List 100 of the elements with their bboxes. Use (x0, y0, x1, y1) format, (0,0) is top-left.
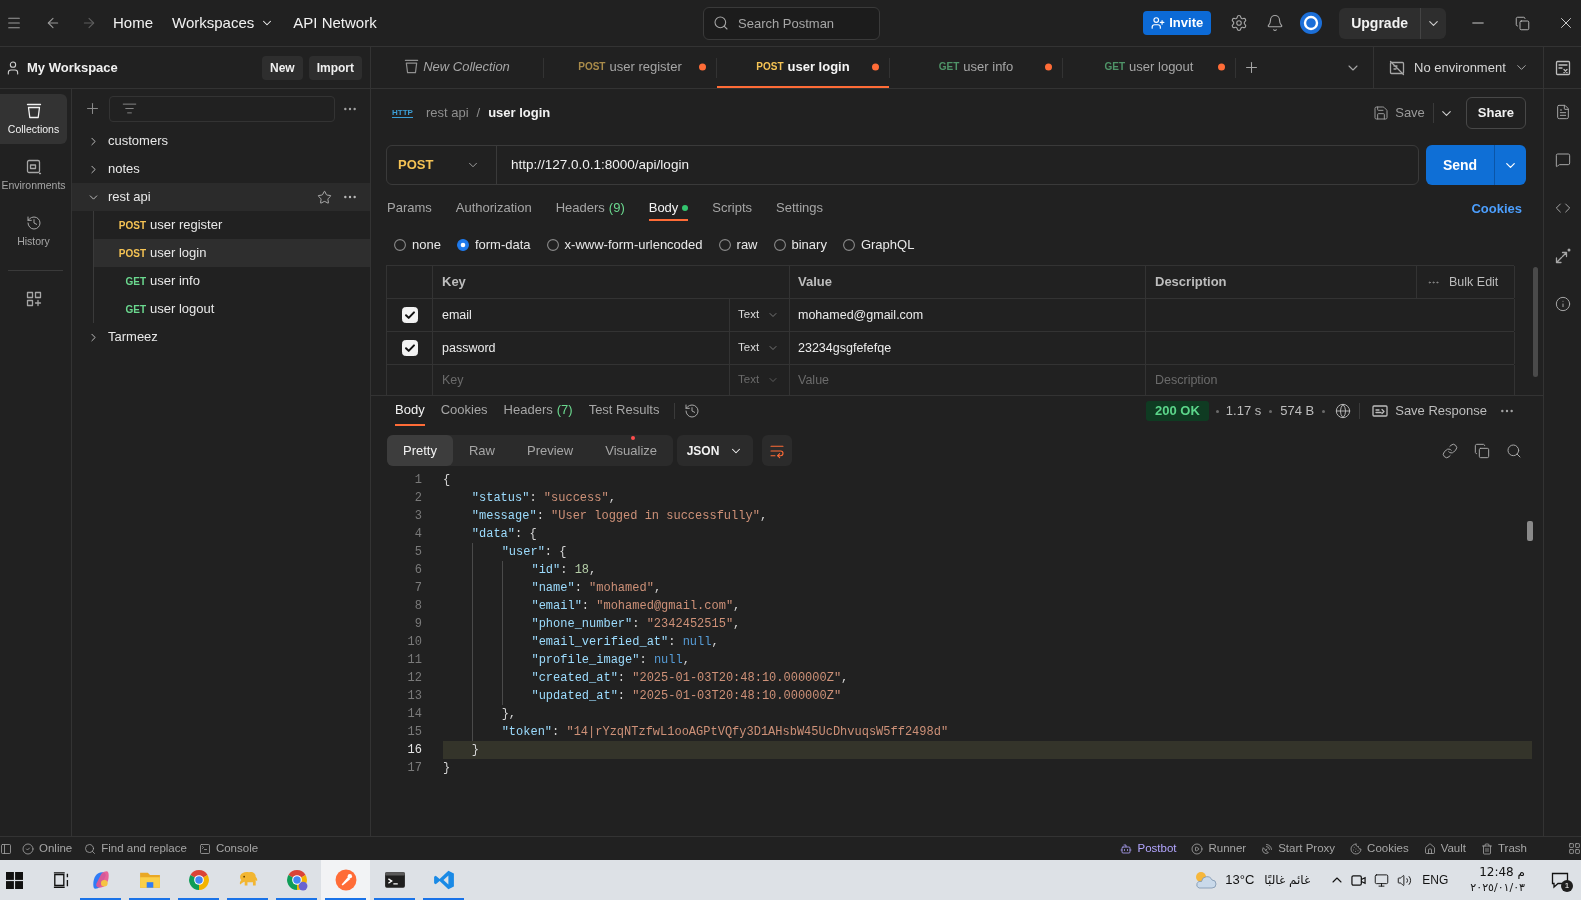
radio-button[interactable] (456, 239, 469, 251)
wrap-lines-button[interactable] (762, 435, 793, 466)
share-button[interactable]: Share (1465, 97, 1526, 129)
type-dropdown[interactable]: Text (738, 339, 780, 357)
breadcrumb-link[interactable]: rest api (425, 103, 469, 123)
radio-button[interactable] (718, 239, 731, 251)
request-section-tab[interactable]: Authorization (455, 197, 532, 221)
sidebar-tab[interactable]: Environments (0, 150, 67, 200)
save-response-button[interactable]: Save Response (1372, 401, 1487, 421)
chat-icon[interactable] (1551, 871, 1569, 889)
request-tab[interactable]: GET user info (890, 47, 1062, 88)
start-icon[interactable] (6, 871, 23, 889)
grid-icon[interactable] (1568, 842, 1581, 855)
info-icon[interactable] (1554, 296, 1571, 312)
view-mode-tab[interactable]: Raw (452, 435, 511, 466)
collection-item[interactable]: notes (72, 155, 370, 183)
response-tab[interactable]: Body (395, 396, 425, 426)
bulk-edit-button[interactable]: Bulk Edit (1427, 272, 1499, 292)
response-tab[interactable]: Test Results (588, 396, 660, 426)
scrollbar-thumb[interactable] (1527, 521, 1533, 541)
filter-field[interactable] (109, 95, 335, 122)
collection-item[interactable]: customers (72, 127, 370, 155)
comment-icon[interactable] (1554, 152, 1571, 168)
menu-icon[interactable] (6, 15, 22, 31)
bell-icon[interactable] (1266, 14, 1285, 32)
view-mode-tab[interactable]: Preview (511, 435, 590, 466)
scrollbar[interactable] (1533, 267, 1538, 377)
status-bar-button[interactable]: Find and replace (84, 839, 187, 858)
language-indicator[interactable]: ENG (1422, 871, 1449, 889)
request-section-tab[interactable]: Scripts (712, 197, 753, 221)
sidebar-tab[interactable]: History (0, 206, 67, 256)
invite-button[interactable]: Invite (1143, 11, 1212, 35)
send-button[interactable]: Send (1426, 145, 1494, 185)
settings-icon[interactable] (1230, 14, 1249, 32)
environment-selector[interactable]: No environment (1373, 47, 1543, 88)
request-item[interactable]: GET user info (94, 267, 370, 295)
response-tab[interactable]: Cookies (440, 396, 488, 426)
status-bar-button[interactable]: Postbot (1120, 839, 1177, 858)
document-icon[interactable] (1554, 104, 1571, 120)
request-item[interactable]: POST user login (94, 239, 370, 267)
radio-button[interactable] (842, 239, 855, 251)
collection-item[interactable]: rest api (72, 183, 370, 211)
value-input[interactable]: Value (793, 368, 1133, 392)
sidebar-icon[interactable] (0, 842, 12, 855)
monitor-icon[interactable] (1374, 872, 1390, 888)
code-icon[interactable] (1554, 200, 1571, 216)
sidebar-tab[interactable]: Collections (0, 94, 67, 144)
restore-icon[interactable] (1515, 15, 1530, 31)
request-tab[interactable]: New Collection (371, 47, 543, 88)
grid-plus-icon[interactable] (26, 291, 42, 307)
view-mode-tab[interactable]: Pretty (387, 435, 453, 466)
status-bar-button[interactable]: Vault (1423, 839, 1466, 858)
import-button[interactable]: Import (308, 55, 362, 80)
view-mode-tab[interactable]: Visualize (589, 435, 674, 466)
request-section-tab[interactable]: Body (648, 197, 689, 221)
nav-link[interactable]: Home (113, 11, 153, 35)
add-icon[interactable] (84, 100, 101, 117)
history-icon[interactable] (684, 403, 701, 419)
cookies-link[interactable]: Cookies (1471, 197, 1522, 221)
format-dropdown[interactable]: JSON (677, 435, 754, 466)
speaker-icon[interactable] (1397, 872, 1413, 888)
save-button[interactable]: Save (1373, 103, 1425, 123)
status-bar-button[interactable]: Runner (1191, 839, 1247, 858)
new-tab-icon[interactable] (1243, 59, 1260, 76)
status-bar-button[interactable]: Trash (1481, 839, 1527, 858)
key-input[interactable]: Key (437, 368, 717, 392)
description-input[interactable]: Description (1150, 368, 1490, 392)
camera-icon[interactable] (1351, 872, 1367, 888)
type-dropdown[interactable]: Text (738, 306, 780, 324)
task-view-icon[interactable] (53, 871, 71, 889)
status-bar-button[interactable]: Online (22, 839, 73, 858)
star-icon[interactable] (317, 189, 332, 205)
avatar-icon[interactable] (1300, 12, 1323, 34)
search-icon[interactable] (1506, 442, 1522, 459)
request-item[interactable]: POST user register (94, 211, 370, 239)
clock-time[interactable]: 12:48 م (1479, 865, 1525, 880)
radio-button[interactable] (546, 239, 559, 251)
document-x-icon[interactable] (1554, 59, 1571, 76)
clock-date[interactable]: ٢٠٢٥/٠١/٠٣ (1470, 880, 1525, 895)
radio-button[interactable] (394, 239, 406, 251)
globe-icon[interactable] (1335, 403, 1352, 419)
radio-button[interactable] (773, 239, 786, 251)
status-bar-button[interactable]: Start Proxy (1261, 839, 1336, 858)
nav-dropdown[interactable]: Workspaces (172, 11, 275, 35)
request-tab[interactable]: POST user login (717, 47, 889, 88)
link-icon[interactable] (1442, 442, 1458, 459)
checkbox[interactable] (401, 340, 418, 356)
request-section-tab[interactable]: Params (387, 197, 432, 221)
diagonal-arrows-icon[interactable] (1554, 248, 1571, 264)
status-bar-button[interactable]: Cookies (1350, 839, 1409, 858)
search-field[interactable]: Search Postman (703, 6, 880, 40)
status-bar-button[interactable]: Console (198, 839, 259, 858)
request-section-tab[interactable]: Headers (9) (555, 197, 625, 221)
new-button[interactable]: New (261, 55, 303, 80)
collection-item[interactable]: Tarmeez (72, 323, 370, 351)
copy-icon[interactable] (1474, 442, 1490, 459)
request-section-tab[interactable]: Settings (776, 197, 824, 221)
nav-link[interactable]: API Network (293, 11, 377, 35)
request-item[interactable]: GET user logout (94, 295, 370, 323)
request-tab[interactable]: POST user register (544, 47, 716, 88)
